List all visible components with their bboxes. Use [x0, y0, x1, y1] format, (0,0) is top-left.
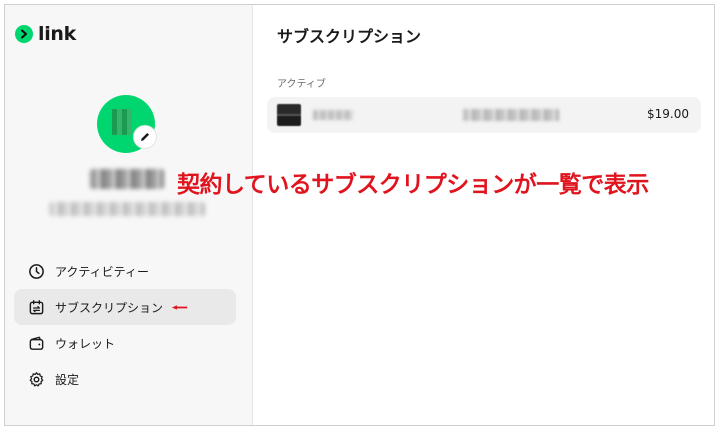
- sidebar-item-wallet[interactable]: ウォレット: [14, 325, 236, 361]
- app-window: link アクティビティー サブスクリプション ウォレット 設定 サブスクリプシ…: [4, 4, 715, 426]
- sidebar-item-label: 設定: [55, 372, 80, 387]
- sidebar-item-settings[interactable]: 設定: [14, 361, 236, 397]
- main-content: サブスクリプション アクティブ $19.00: [253, 5, 714, 425]
- user-email-redacted: [49, 202, 205, 216]
- wallet-icon: [29, 336, 44, 350]
- avatar-image: [112, 109, 132, 135]
- edit-avatar-button[interactable]: [133, 125, 157, 149]
- subscription-thumbnail-redacted: [277, 104, 301, 126]
- subscription-name-redacted: [313, 110, 353, 120]
- sidebar-nav: アクティビティー サブスクリプション ウォレット 設定: [14, 253, 236, 397]
- gear-icon: [29, 371, 44, 387]
- link-logo[interactable]: link: [15, 23, 76, 45]
- avatar: [97, 95, 157, 153]
- sidebar-item-activity[interactable]: アクティビティー: [14, 253, 236, 289]
- page-title: サブスクリプション: [277, 27, 422, 46]
- subscription-price: $19.00: [647, 107, 689, 121]
- subscription-row[interactable]: $19.00: [267, 97, 701, 133]
- clock-icon: [29, 263, 44, 279]
- chevron-right-icon: [15, 25, 33, 43]
- sidebar-item-label: ウォレット: [55, 336, 116, 351]
- sidebar: link アクティビティー サブスクリプション ウォレット 設定: [5, 5, 253, 425]
- red-arrow-annotation-icon: [171, 304, 188, 310]
- user-name-redacted: [90, 169, 164, 189]
- sidebar-item-label: サブスクリプション: [55, 300, 164, 315]
- annotation-text: 契約しているサブスクリプションが一覧で表示: [177, 172, 649, 198]
- subscription-date-redacted: [463, 109, 559, 121]
- logo-text: link: [38, 23, 76, 45]
- sidebar-item-label: アクティビティー: [55, 264, 149, 279]
- pencil-icon: [141, 133, 149, 141]
- section-label-active: アクティブ: [277, 79, 326, 90]
- sidebar-item-subscriptions[interactable]: サブスクリプション: [14, 289, 236, 325]
- repeat-calendar-icon: [29, 299, 44, 314]
